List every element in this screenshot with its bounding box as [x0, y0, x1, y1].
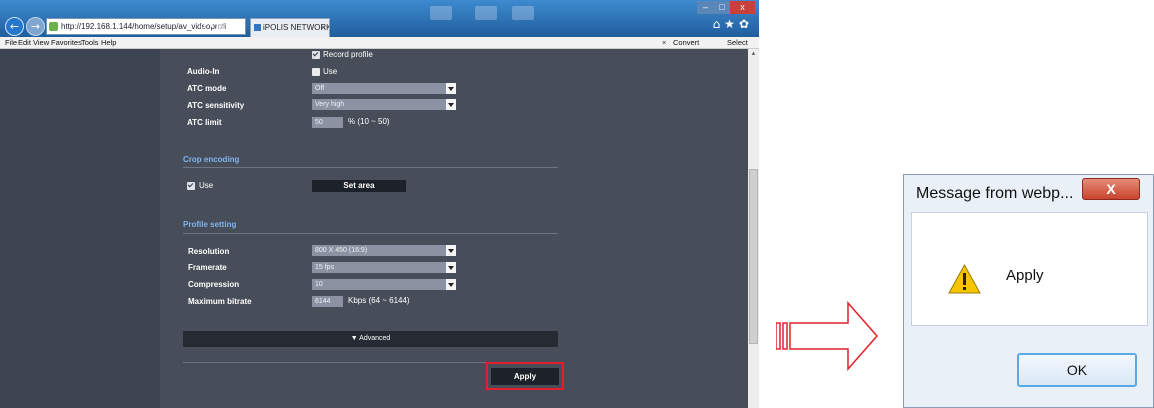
menu-help[interactable]: Help: [101, 37, 116, 48]
menu-bar: File Edit View Favorites Tools Help × Co…: [0, 37, 759, 49]
convert-menu[interactable]: Convert: [673, 37, 699, 48]
atc-sensitivity-value: Very high: [315, 101, 345, 108]
select-menu[interactable]: Select: [727, 37, 748, 48]
window-controls: – □ x: [697, 1, 755, 14]
settings-panel: Record profile Audio-In Use ATC mode Off…: [160, 49, 748, 408]
tab-favicon-icon: [254, 24, 261, 31]
crop-use-checkbox[interactable]: [187, 182, 195, 190]
scroll-thumb[interactable]: [749, 169, 758, 344]
atc-sensitivity-label: ATC sensitivity: [187, 101, 245, 110]
audio-in-use-label: Use: [323, 67, 338, 76]
resolution-label: Resolution: [188, 247, 230, 256]
forward-button[interactable]: →: [26, 17, 45, 36]
menu-favorites[interactable]: Favorites: [51, 37, 82, 48]
browser-window: ← → http://192.168.1.144/home/setup/av_v…: [0, 0, 759, 408]
tab-close-icon[interactable]: ×: [321, 19, 326, 37]
warning-icon: [948, 264, 981, 294]
background-glyph-icon: [512, 6, 534, 20]
scroll-up-icon[interactable]: ▲: [748, 49, 759, 60]
maximum-bitrate-input[interactable]: 6144: [312, 296, 343, 307]
atc-mode-label: ATC mode: [187, 84, 227, 93]
chevron-down-icon: [446, 99, 456, 110]
chevron-down-icon: [446, 262, 456, 273]
audio-in-label: Audio-In: [187, 67, 220, 76]
browser-tab[interactable]: iPOLIS NETWORK CAMERA... ×: [250, 18, 330, 37]
crop-use-label: Use: [199, 181, 214, 190]
record-profile-checkbox[interactable]: [312, 51, 320, 59]
advanced-toggle[interactable]: ▼ Advanced: [183, 331, 558, 347]
message-dialog: Message from webp... X Apply OK: [903, 174, 1154, 408]
dialog-body: Apply: [911, 212, 1148, 326]
profile-setting-title: Profile setting: [183, 220, 237, 229]
tab-title: iPOLIS NETWORK CAMERA...: [263, 23, 330, 32]
crop-encoding-title: Crop encoding: [183, 155, 240, 164]
maximum-bitrate-label: Maximum bitrate: [188, 297, 252, 306]
minimize-button[interactable]: –: [697, 1, 714, 14]
compression-select[interactable]: 10: [312, 279, 456, 290]
chevron-down-icon: [446, 279, 456, 290]
window-close-button[interactable]: x: [730, 1, 755, 14]
framerate-label: Framerate: [188, 263, 227, 272]
site-icon: [49, 22, 58, 31]
right-arrow-icon: [776, 301, 878, 371]
close-toolbar-icon[interactable]: ×: [662, 37, 666, 48]
dialog-close-button[interactable]: X: [1082, 178, 1140, 200]
background-glyph-icon: [430, 6, 452, 20]
resolution-value: 800 X 450 (16:9): [315, 247, 368, 254]
atc-sensitivity-select[interactable]: Very high: [312, 99, 456, 110]
background-glyph-icon: [475, 6, 497, 20]
address-controls[interactable]: ρ ▾ ▤ C ×: [200, 18, 248, 35]
chevron-down-icon: [446, 245, 456, 256]
menu-view[interactable]: View: [33, 37, 49, 48]
audio-in-checkbox[interactable]: [312, 68, 320, 76]
menu-edit[interactable]: Edit: [18, 37, 31, 48]
dialog-message: Apply: [1006, 267, 1044, 284]
framerate-value: 15 fps: [315, 264, 335, 271]
framerate-select[interactable]: 15 fps: [312, 262, 456, 273]
atc-mode-value: Off: [315, 85, 325, 92]
section-divider: [183, 233, 558, 234]
home-favorites-tools-icons[interactable]: ⌂★✿: [713, 17, 753, 31]
maximum-bitrate-hint: Kbps (64 ~ 6144): [348, 296, 410, 305]
apply-highlight-box: [486, 362, 564, 390]
browser-titlebar: ← → http://192.168.1.144/home/setup/av_v…: [0, 0, 759, 37]
chevron-down-icon: [446, 83, 456, 94]
atc-mode-select[interactable]: Off: [312, 83, 456, 94]
back-button[interactable]: ←: [5, 17, 24, 36]
compression-value: 10: [315, 281, 323, 288]
maximize-button[interactable]: □: [714, 1, 730, 14]
set-area-button[interactable]: Set area: [312, 180, 406, 192]
menu-tools[interactable]: Tools: [81, 37, 99, 48]
record-profile-label: Record profile: [323, 50, 373, 59]
menu-file[interactable]: File: [5, 37, 17, 48]
ok-button[interactable]: OK: [1017, 353, 1137, 387]
resolution-select[interactable]: 800 X 450 (16:9): [312, 245, 456, 256]
vertical-scrollbar[interactable]: ▲: [748, 49, 759, 408]
atc-limit-label: ATC limit: [187, 118, 222, 127]
dialog-title: Message from webp...: [916, 185, 1074, 202]
atc-limit-hint: % (10 ~ 50): [348, 117, 390, 126]
atc-limit-input[interactable]: 50: [312, 117, 343, 128]
section-divider: [183, 167, 558, 168]
compression-label: Compression: [188, 280, 240, 289]
